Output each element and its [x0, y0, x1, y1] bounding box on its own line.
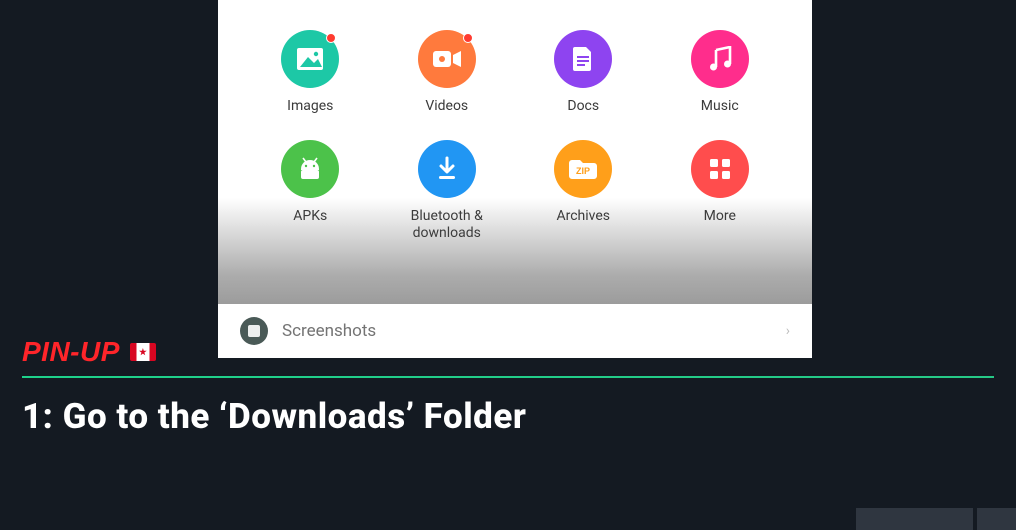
screenshots-thumb-icon — [240, 317, 268, 345]
page-title: 1: Go to the ‘Downloads’ Folder — [22, 396, 526, 437]
category-downloads[interactable]: Bluetooth & downloads — [379, 140, 516, 243]
canada-flag-icon — [130, 343, 156, 361]
category-docs[interactable]: Docs — [515, 30, 652, 116]
category-music[interactable]: Music — [652, 30, 789, 116]
category-label: APKs — [293, 208, 327, 226]
brand-logo: PIN-UP — [22, 336, 120, 368]
screenshots-label: Screenshots — [282, 321, 376, 341]
divider — [22, 376, 994, 378]
download-icon — [418, 140, 476, 198]
category-apks[interactable]: APKs — [242, 140, 379, 243]
corner-watermark — [856, 508, 1016, 530]
music-icon — [691, 30, 749, 88]
svg-text:ZIP: ZIP — [576, 166, 590, 176]
notification-dot — [326, 33, 336, 43]
category-label: Docs — [567, 98, 599, 116]
category-videos[interactable]: Videos — [379, 30, 516, 116]
category-label: Videos — [425, 98, 468, 116]
brand-row: PIN-UP — [22, 336, 156, 368]
category-label: Bluetooth & downloads — [379, 208, 516, 243]
category-label: Images — [287, 98, 333, 116]
doc-icon — [554, 30, 612, 88]
image-icon — [281, 30, 339, 88]
zip-icon: ZIP — [554, 140, 612, 198]
grid-icon — [691, 140, 749, 198]
category-archives[interactable]: ZIP Archives — [515, 140, 652, 243]
category-more[interactable]: More — [652, 140, 789, 243]
video-icon — [418, 30, 476, 88]
category-images[interactable]: Images — [242, 30, 379, 116]
screenshots-row[interactable]: Screenshots › — [218, 304, 812, 358]
category-label: Music — [701, 98, 739, 116]
notification-dot — [463, 33, 473, 43]
category-label: More — [704, 208, 736, 226]
category-label: Archives — [556, 208, 610, 226]
chevron-right-icon: › — [786, 323, 790, 339]
android-icon — [281, 140, 339, 198]
file-manager-screenshot: Images Videos Docs Music APKs — [218, 0, 812, 358]
category-grid: Images Videos Docs Music APKs — [218, 0, 812, 243]
